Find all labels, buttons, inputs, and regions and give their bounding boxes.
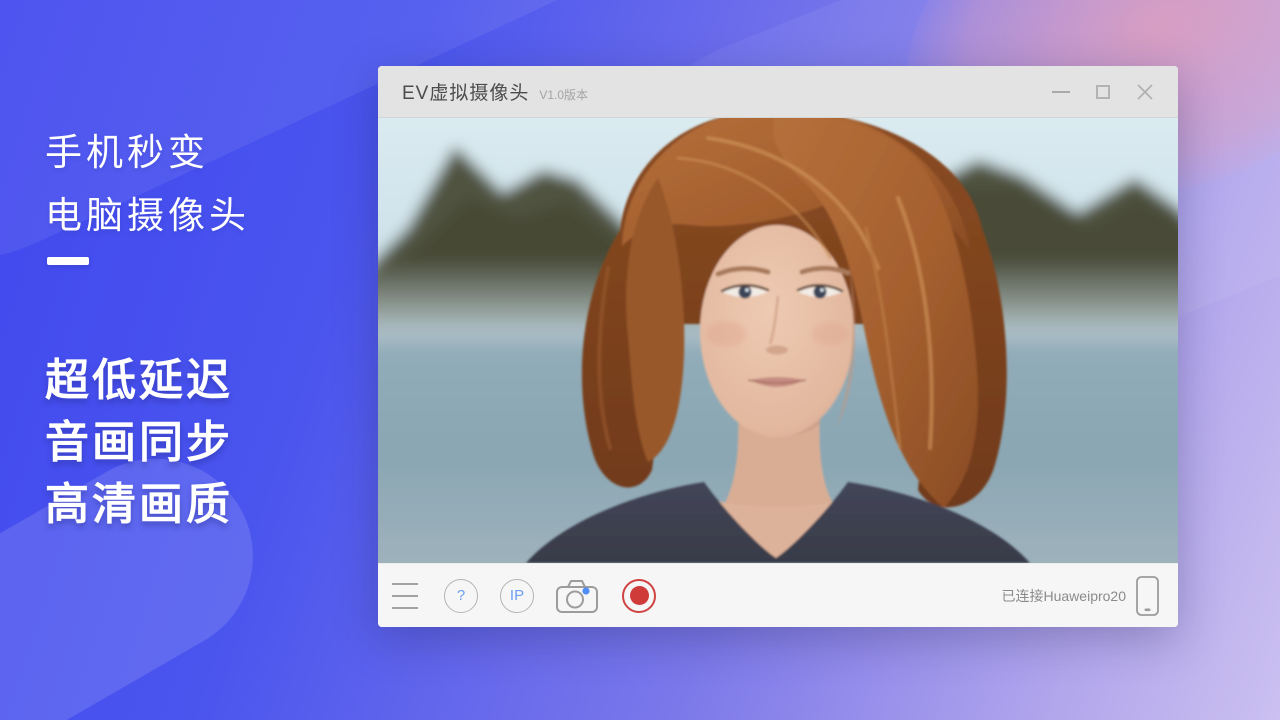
phone-icon <box>1135 575 1160 617</box>
feature-av-sync: 音画同步 <box>45 406 233 470</box>
close-button[interactable] <box>1136 83 1154 101</box>
feature-low-latency: 超低延迟 <box>45 344 233 408</box>
minimize-button[interactable] <box>1052 83 1070 101</box>
record-button[interactable] <box>622 579 656 613</box>
menu-button[interactable] <box>392 579 418 613</box>
camera-icon <box>554 577 600 615</box>
ip-icon: IP <box>510 587 524 604</box>
app-window: EV虚拟摄像头 V1.0版本 <box>378 66 1178 627</box>
screenshot-button[interactable] <box>554 577 600 615</box>
headline-line-1: 手机秒变 <box>45 122 209 176</box>
app-title: EV虚拟摄像头 <box>402 78 529 105</box>
headline-line-2: 电脑摄像头 <box>45 185 250 239</box>
close-icon <box>1136 83 1154 101</box>
ip-button[interactable]: IP <box>500 579 534 613</box>
app-version: V1.0版本 <box>539 86 588 103</box>
record-icon <box>630 586 649 605</box>
connection-status: 已连接Huaweipro20 <box>1002 575 1161 617</box>
divider-dash <box>47 257 89 265</box>
feature-hd-quality: 高清画质 <box>45 468 233 532</box>
help-button[interactable]: ? <box>444 579 478 613</box>
titlebar: EV虚拟摄像头 V1.0版本 <box>378 66 1178 118</box>
help-icon: ? <box>457 587 465 604</box>
maximize-icon <box>1096 85 1110 99</box>
minimize-icon <box>1052 91 1070 93</box>
menu-icon <box>392 583 418 585</box>
window-controls <box>1052 83 1154 101</box>
connection-status-text: 已连接Huaweipro20 <box>1002 586 1127 606</box>
webcam-frame-illustration <box>378 118 1178 563</box>
maximize-button[interactable] <box>1094 83 1112 101</box>
promo-page: 手机秒变 电脑摄像头 超低延迟 音画同步 高清画质 EV虚拟摄像头 V1.0版本 <box>0 0 1280 720</box>
toolbar: ? IP 已连接Huaweipro20 <box>378 563 1178 627</box>
camera-preview <box>378 118 1178 563</box>
